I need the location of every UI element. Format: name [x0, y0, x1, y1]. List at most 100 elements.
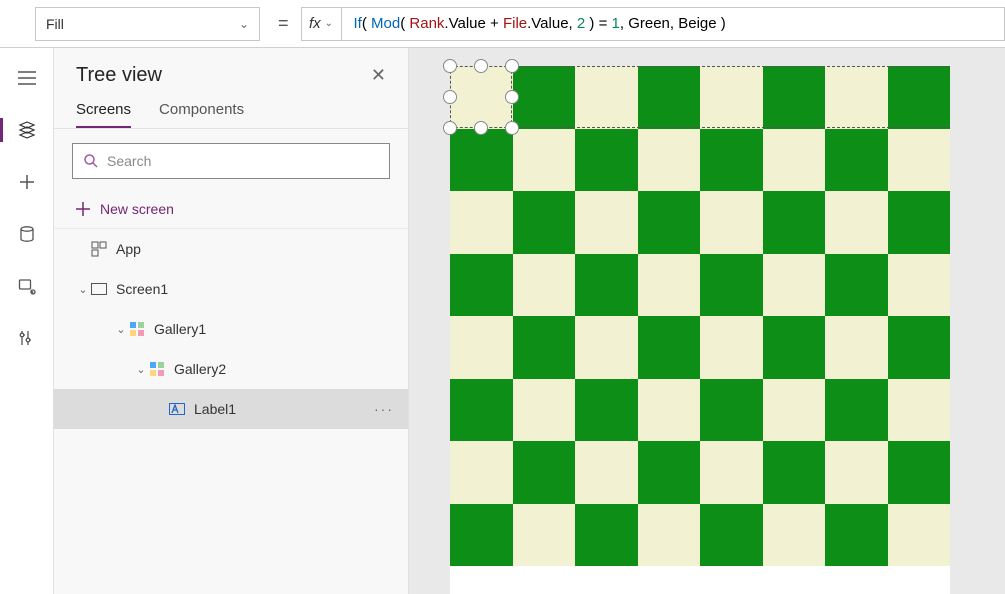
- data-icon[interactable]: [11, 218, 43, 250]
- resize-handle[interactable]: [443, 121, 457, 135]
- board-square[interactable]: [825, 254, 888, 317]
- board-square[interactable]: [763, 441, 826, 504]
- board-square[interactable]: [513, 379, 576, 442]
- board-square[interactable]: [825, 191, 888, 254]
- search-input[interactable]: Search: [72, 143, 390, 179]
- board-square[interactable]: [575, 504, 638, 567]
- new-screen-button[interactable]: New screen: [54, 189, 408, 229]
- tab-screens[interactable]: Screens: [76, 101, 131, 128]
- chevron-down-icon[interactable]: ⌄: [114, 323, 128, 336]
- board-square[interactable]: [825, 504, 888, 567]
- tree-item-app[interactable]: App: [54, 229, 408, 269]
- board-square[interactable]: [700, 504, 763, 567]
- board-square[interactable]: [638, 254, 701, 317]
- board-square[interactable]: [763, 254, 826, 317]
- board-square[interactable]: [450, 441, 513, 504]
- resize-handle[interactable]: [505, 59, 519, 73]
- formula-input[interactable]: If( Mod( Rank.Value + File.Value, 2 ) = …: [341, 7, 1005, 41]
- board-square[interactable]: [763, 504, 826, 567]
- board-square[interactable]: [575, 191, 638, 254]
- board-square[interactable]: [763, 129, 826, 192]
- tab-components[interactable]: Components: [159, 101, 244, 128]
- board-square[interactable]: [513, 254, 576, 317]
- board-square[interactable]: [825, 66, 888, 129]
- board-square[interactable]: [888, 379, 951, 442]
- tree-item-label1[interactable]: Label1 ···: [54, 389, 408, 429]
- board-square[interactable]: [450, 379, 513, 442]
- insert-icon[interactable]: [11, 166, 43, 198]
- board-square[interactable]: [825, 441, 888, 504]
- board-square[interactable]: [888, 441, 951, 504]
- board-square[interactable]: [513, 129, 576, 192]
- board-square[interactable]: [763, 379, 826, 442]
- board-square[interactable]: [575, 441, 638, 504]
- board-square[interactable]: [888, 316, 951, 379]
- board-square[interactable]: [638, 441, 701, 504]
- board-square[interactable]: [575, 129, 638, 192]
- tree-label: Gallery2: [174, 361, 226, 377]
- chevron-down-icon[interactable]: ⌄: [76, 283, 90, 296]
- board-square[interactable]: [825, 129, 888, 192]
- board-square[interactable]: [513, 316, 576, 379]
- left-nav-rail: [0, 48, 54, 594]
- board-square[interactable]: [638, 66, 701, 129]
- board-square[interactable]: [450, 316, 513, 379]
- board-square[interactable]: [700, 66, 763, 129]
- fx-button[interactable]: fx ⌄: [301, 7, 341, 41]
- board-square[interactable]: [763, 191, 826, 254]
- resize-handle[interactable]: [505, 90, 519, 104]
- board-square[interactable]: [575, 379, 638, 442]
- board-square[interactable]: [575, 254, 638, 317]
- board-square[interactable]: [513, 191, 576, 254]
- tree-view-icon[interactable]: [11, 114, 43, 146]
- board-square[interactable]: [513, 66, 576, 129]
- board-square[interactable]: [513, 504, 576, 567]
- board-square[interactable]: [888, 66, 951, 129]
- board-square[interactable]: [888, 191, 951, 254]
- board-square[interactable]: [575, 316, 638, 379]
- board-square[interactable]: [888, 129, 951, 192]
- resize-handle[interactable]: [474, 121, 488, 135]
- board-square[interactable]: [888, 504, 951, 567]
- board-square[interactable]: [763, 66, 826, 129]
- board-square[interactable]: [700, 254, 763, 317]
- tree-item-gallery1[interactable]: ⌄ Gallery1: [54, 309, 408, 349]
- chevron-down-icon[interactable]: ⌄: [134, 363, 148, 376]
- media-icon[interactable]: [11, 270, 43, 302]
- tree-item-gallery2[interactable]: ⌄ Gallery2: [54, 349, 408, 389]
- board-square[interactable]: [638, 504, 701, 567]
- board-square[interactable]: [450, 66, 513, 129]
- board-square[interactable]: [450, 129, 513, 192]
- board-square[interactable]: [513, 441, 576, 504]
- board-square[interactable]: [700, 441, 763, 504]
- board-square[interactable]: [825, 316, 888, 379]
- property-selector[interactable]: Fill ⌄: [35, 7, 260, 41]
- more-options-button[interactable]: ···: [374, 401, 394, 417]
- hamburger-icon[interactable]: [11, 62, 43, 94]
- resize-handle[interactable]: [505, 121, 519, 135]
- board-square[interactable]: [700, 129, 763, 192]
- board-square[interactable]: [638, 129, 701, 192]
- board-square[interactable]: [638, 316, 701, 379]
- resize-handle[interactable]: [474, 59, 488, 73]
- board-square[interactable]: [700, 316, 763, 379]
- board-square[interactable]: [825, 379, 888, 442]
- board-square[interactable]: [450, 504, 513, 567]
- board-square[interactable]: [763, 316, 826, 379]
- canvas[interactable]: [450, 66, 950, 594]
- board-square[interactable]: [888, 254, 951, 317]
- board-square[interactable]: [575, 66, 638, 129]
- board-square[interactable]: [700, 379, 763, 442]
- board-square[interactable]: [638, 379, 701, 442]
- board-square[interactable]: [700, 191, 763, 254]
- board-square[interactable]: [638, 191, 701, 254]
- resize-handle[interactable]: [443, 59, 457, 73]
- tools-icon[interactable]: [11, 322, 43, 354]
- board-square[interactable]: [450, 254, 513, 317]
- token-val: Green: [628, 15, 670, 32]
- board-square[interactable]: [450, 191, 513, 254]
- tree-item-screen1[interactable]: ⌄ Screen1: [54, 269, 408, 309]
- app-icon: [90, 240, 108, 258]
- close-panel-button[interactable]: ✕: [371, 65, 386, 86]
- resize-handle[interactable]: [443, 90, 457, 104]
